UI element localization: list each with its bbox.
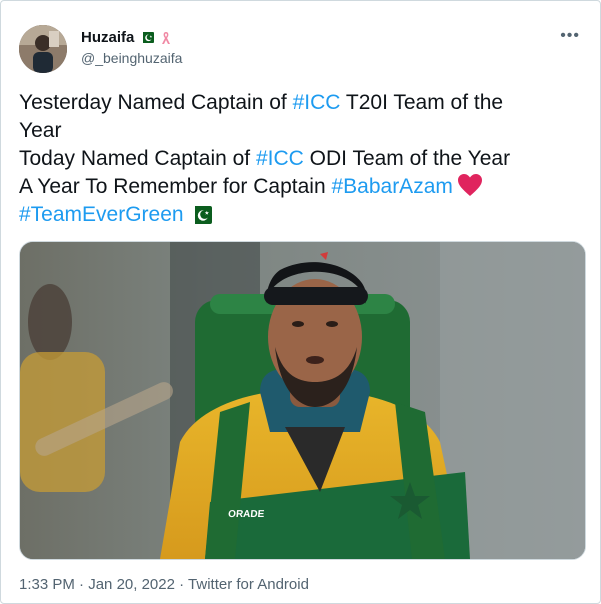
author-row: Huzaifa bbox=[81, 29, 172, 46]
pakistan-flag-icon bbox=[189, 204, 212, 232]
user-avatar-icon bbox=[19, 25, 67, 73]
photo-cricketer-icon: ORADE bbox=[20, 242, 585, 559]
separator: · bbox=[174, 576, 189, 593]
text-segment: ODI Team of the Year bbox=[303, 147, 511, 170]
tweet-line-1: Yesterday Named Captain of #ICC T20I Tea… bbox=[19, 89, 579, 117]
hashtag-icc[interactable]: #ICC bbox=[293, 91, 341, 114]
author-handle[interactable]: @_beinghuzaifa bbox=[81, 50, 182, 66]
tweet-line-3: Today Named Captain of #ICC ODI Team of … bbox=[19, 145, 579, 173]
tweet-source[interactable]: Twitter for Android bbox=[188, 576, 309, 593]
hashtag-teamevergreen[interactable]: #TeamEverGreen bbox=[19, 203, 184, 226]
tweet-line-5: #TeamEverGreen bbox=[19, 201, 579, 232]
pakistan-flag-icon bbox=[140, 32, 155, 43]
tweet-card[interactable]: Huzaifa @_beinghuzaifa ••• Yesterday Nam… bbox=[0, 0, 601, 604]
tweet-meta: 1:33 PM · Jan 20, 2022 · Twitter for And… bbox=[19, 576, 309, 593]
separator: · bbox=[74, 576, 89, 593]
text-segment: Yesterday Named Captain of bbox=[19, 91, 293, 114]
hashtag-icc[interactable]: #ICC bbox=[256, 147, 304, 170]
text-segment: T20I Team of the bbox=[340, 91, 504, 114]
tweet-line-4: A Year To Remember for Captain #BabarAza… bbox=[19, 173, 579, 201]
pink-ribbon-icon bbox=[162, 31, 171, 44]
tweet-time[interactable]: 1:33 PM bbox=[19, 576, 75, 593]
red-heart-icon bbox=[457, 174, 482, 196]
text-segment: A Year To Remember for Captain bbox=[19, 175, 332, 198]
hashtag-babarazam[interactable]: #BabarAzam bbox=[331, 175, 452, 198]
tweet-text: Yesterday Named Captain of #ICC T20I Tea… bbox=[19, 89, 579, 232]
tweet-line-2: Year bbox=[19, 119, 62, 142]
svg-text:ORADE: ORADE bbox=[228, 509, 265, 520]
avatar[interactable] bbox=[19, 25, 67, 73]
tweet-media-photo[interactable]: ORADE bbox=[19, 241, 586, 560]
text-segment: Today Named Captain of bbox=[19, 147, 256, 170]
tweet-date[interactable]: Jan 20, 2022 bbox=[88, 576, 175, 593]
author-name[interactable]: Huzaifa bbox=[81, 29, 134, 46]
more-options-icon[interactable]: ••• bbox=[560, 27, 580, 45]
